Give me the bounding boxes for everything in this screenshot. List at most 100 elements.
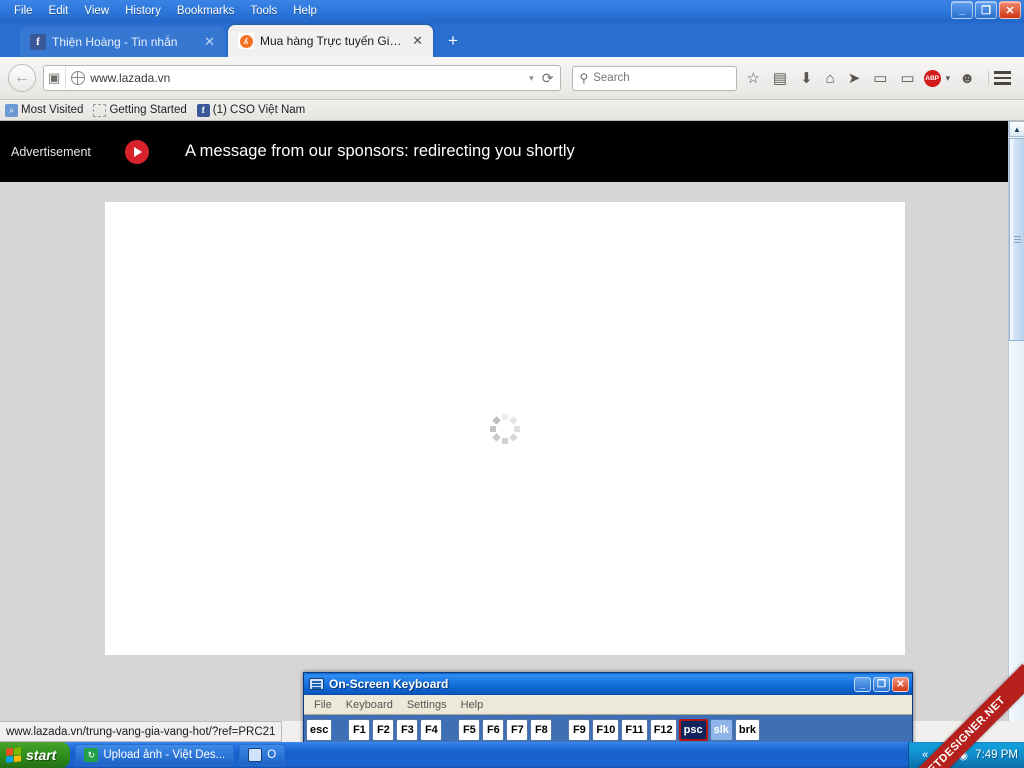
- keyboard-icon: [309, 678, 324, 690]
- taskbar-clock[interactable]: 7:49 PM: [975, 749, 1018, 761]
- navigation-toolbar: ← ▣ www.lazada.vn ▾ ⟳ ⚲ Search ☆ ▤ ⬇ ⌂ ➤…: [0, 57, 1024, 100]
- osk-key-f9[interactable]: F9: [568, 719, 591, 741]
- advertisement-banner: Advertisement A message from our sponsor…: [0, 121, 1008, 182]
- globe-icon: [70, 70, 86, 85]
- tab-lazada[interactable]: ʎ Mua hàng Trực tuyến Giá rẻ -... ✕: [228, 25, 433, 57]
- downloads-icon[interactable]: ⬇: [796, 69, 817, 87]
- osk-key-f10[interactable]: F10: [592, 719, 620, 741]
- osk-key-slk[interactable]: slk: [709, 719, 733, 741]
- menu-edit[interactable]: Edit: [41, 4, 77, 18]
- search-icon: ⚲: [579, 71, 589, 85]
- osk-titlebar[interactable]: On-Screen Keyboard _ ❐ ✕: [304, 673, 912, 695]
- tab-strip: f Thiện Hoàng - Tin nhắn ✕ ʎ Mua hàng Tr…: [0, 21, 1024, 57]
- osk-menu-keyboard[interactable]: Keyboard: [340, 698, 399, 712]
- bookmark-label: Getting Started: [109, 104, 187, 116]
- osk-key-brk[interactable]: brk: [734, 719, 761, 741]
- search-placeholder: Search: [593, 72, 630, 84]
- osk-key-f5[interactable]: F5: [458, 719, 481, 741]
- osk-key-row: esc F1 F2 F3 F4 F5 F6 F7 F8 F9 F10 F11 F12 psc slk brk: [306, 718, 910, 742]
- browser-menubar[interactable]: File Edit View History Bookmarks Tools H…: [0, 0, 1024, 21]
- adblock-caret-icon[interactable]: ▾: [946, 73, 951, 84]
- osk-key-f7[interactable]: F7: [506, 719, 529, 741]
- menu-help[interactable]: Help: [285, 4, 325, 18]
- tab-close-icon[interactable]: ✕: [410, 33, 425, 49]
- adblock-plus-icon[interactable]: ABP: [923, 69, 941, 87]
- bookmark-label: Most Visited: [21, 104, 84, 116]
- play-icon[interactable]: [125, 139, 149, 164]
- keyboard-icon: [248, 748, 263, 762]
- start-button[interactable]: start: [0, 742, 71, 768]
- osk-minimize-button[interactable]: _: [854, 676, 871, 692]
- maximize-button[interactable]: ❐: [975, 1, 997, 19]
- menu-view[interactable]: View: [76, 4, 117, 18]
- send-icon[interactable]: ➤: [844, 69, 865, 87]
- vertical-scrollbar[interactable]: ▲: [1008, 121, 1024, 721]
- osk-menu-file[interactable]: File: [308, 698, 338, 712]
- minimize-button[interactable]: _: [951, 1, 973, 19]
- dashed-box-icon: [93, 103, 107, 117]
- start-label: start: [26, 747, 57, 763]
- osk-key-f2[interactable]: F2: [372, 719, 395, 741]
- link-preview: www.lazada.vn/trung-vang-gia-vang-hot/?r…: [0, 721, 283, 742]
- tab-label: Thiện Hoàng - Tin nhắn: [52, 34, 178, 49]
- tab-close-icon[interactable]: ✕: [202, 34, 217, 50]
- osk-key-f6[interactable]: F6: [482, 719, 505, 741]
- window-panel-icon[interactable]: ▭: [869, 69, 891, 87]
- firefox-window: File Edit View History Bookmarks Tools H…: [0, 0, 1024, 742]
- advertisement-message: A message from our sponsors: redirecting…: [185, 142, 575, 160]
- url-text: www.lazada.vn: [90, 71, 171, 85]
- scroll-up-button[interactable]: ▲: [1009, 121, 1024, 137]
- site-identity-button[interactable]: ▣: [48, 67, 67, 89]
- menu-hamburger-icon[interactable]: [988, 71, 1016, 85]
- reload-icon[interactable]: ⟳: [539, 70, 557, 87]
- osk-key-f4[interactable]: F4: [420, 719, 443, 741]
- menu-tools[interactable]: Tools: [242, 4, 285, 18]
- osk-title-text: On-Screen Keyboard: [329, 677, 449, 691]
- osk-menu-settings[interactable]: Settings: [401, 698, 453, 712]
- windows-logo-icon: [6, 747, 21, 763]
- bookmark-getting-started[interactable]: Getting Started: [93, 103, 187, 117]
- osk-key-f3[interactable]: F3: [396, 719, 419, 741]
- osk-close-button[interactable]: ✕: [892, 676, 909, 692]
- reading-list-icon[interactable]: ▤: [769, 69, 791, 87]
- osk-key-f8[interactable]: F8: [530, 719, 553, 741]
- osk-menu-help[interactable]: Help: [455, 698, 490, 712]
- search-input[interactable]: ⚲ Search: [572, 65, 738, 91]
- scrollbar-thumb[interactable]: [1009, 138, 1024, 341]
- window-panel2-icon[interactable]: ▭: [896, 69, 918, 87]
- osk-key-esc[interactable]: esc: [306, 719, 333, 741]
- back-button[interactable]: ←: [8, 64, 36, 92]
- upload-icon: ↻: [84, 748, 99, 762]
- site-icon: ▣: [48, 70, 61, 85]
- tab-facebook[interactable]: f Thiện Hoàng - Tin nhắn ✕: [20, 26, 225, 57]
- close-button[interactable]: ✕: [999, 1, 1021, 19]
- scrollbar-grip: [1013, 234, 1021, 245]
- new-tab-button[interactable]: +: [443, 32, 463, 52]
- home-icon[interactable]: ⌂: [822, 70, 839, 87]
- osk-menubar: File Keyboard Settings Help: [304, 695, 912, 715]
- osk-key-f11[interactable]: F11: [621, 719, 648, 741]
- taskbar-item-label: O: [267, 749, 277, 761]
- taskbar-item-label: Upload ảnh - Việt Des...: [103, 749, 226, 761]
- taskbar-item-upload[interactable]: ↻ Upload ảnh - Việt Des...: [75, 744, 235, 766]
- osk-key-psc[interactable]: psc: [678, 719, 708, 741]
- advertisement-label: Advertisement: [11, 144, 91, 159]
- osk-key-f12[interactable]: F12: [649, 719, 677, 741]
- bookmark-star-icon[interactable]: ☆: [742, 69, 763, 87]
- menu-file[interactable]: File: [6, 4, 41, 18]
- folder-icon: ⌕: [5, 103, 18, 117]
- menu-history[interactable]: History: [117, 4, 169, 18]
- page-content-area: [105, 202, 905, 655]
- chat-icon[interactable]: ☻: [955, 70, 979, 87]
- facebook-icon: f: [196, 103, 210, 117]
- taskbar-item-osk[interactable]: O: [239, 744, 286, 766]
- osk-maximize-button[interactable]: ❐: [873, 676, 890, 692]
- bookmark-most-visited[interactable]: ⌕ Most Visited: [5, 103, 84, 117]
- url-bar[interactable]: ▣ www.lazada.vn ▾ ⟳: [43, 65, 562, 91]
- lazada-icon: ʎ: [238, 33, 254, 49]
- menu-bookmarks[interactable]: Bookmarks: [169, 4, 243, 18]
- window-controls: _ ❐ ✕: [951, 1, 1021, 19]
- osk-key-f1[interactable]: F1: [348, 719, 371, 741]
- bookmark-cso-vietnam[interactable]: f (1) CSO Việt Nam: [196, 103, 305, 117]
- chevron-down-icon[interactable]: ▾: [529, 73, 534, 84]
